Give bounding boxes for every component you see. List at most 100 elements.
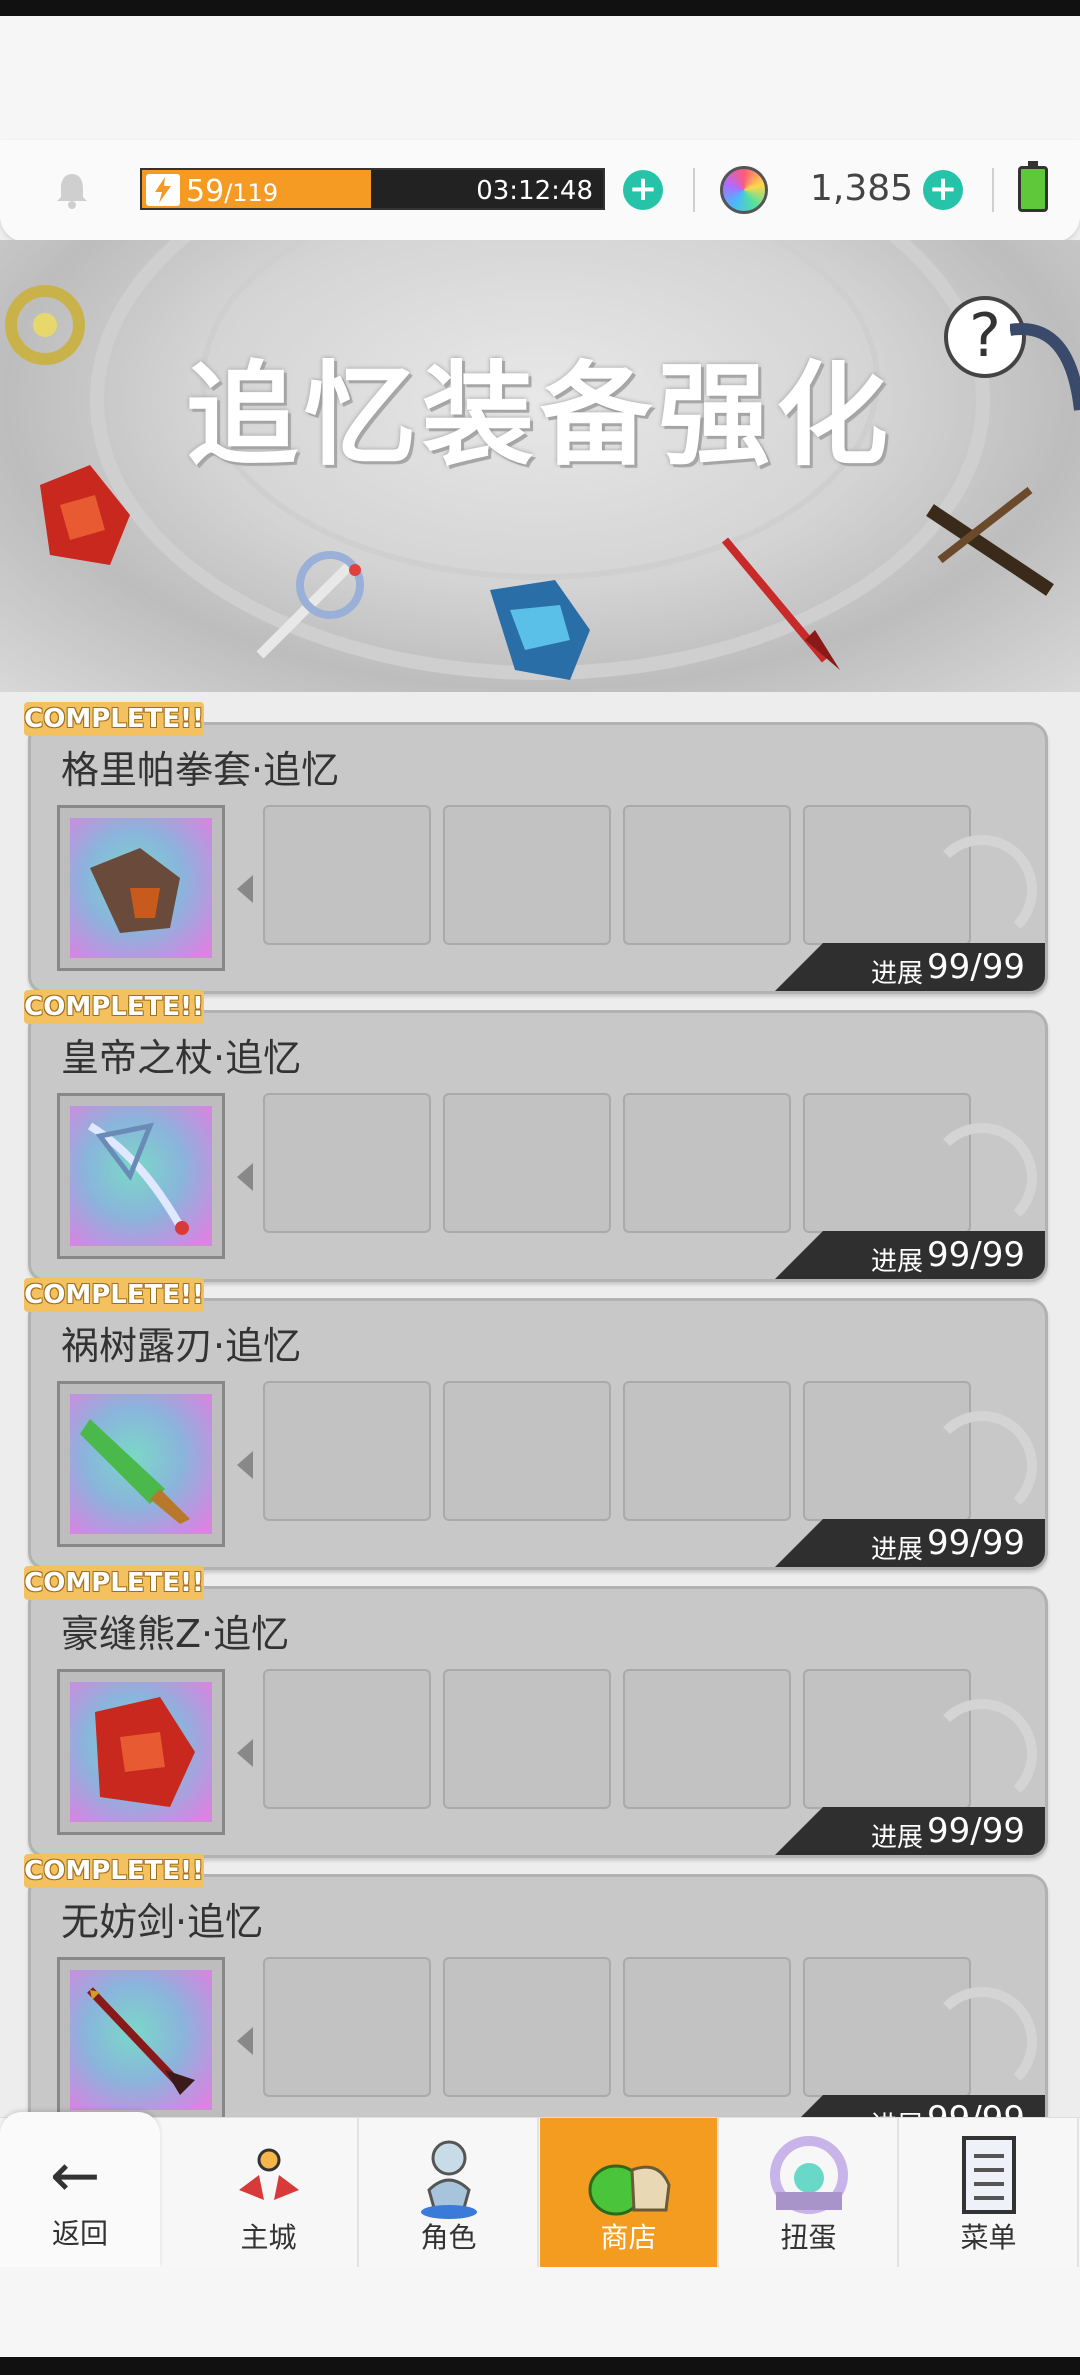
item-slot[interactable] bbox=[57, 1381, 225, 1547]
back-button[interactable]: ← 返回 bbox=[0, 2112, 160, 2268]
equipment-list[interactable]: 格里帕拳套·追忆 进展 99/99 COMPLETE!! 皇帝之杖·追忆 进展 99/99 C… bbox=[0, 692, 1080, 2117]
chevron-left-icon bbox=[237, 1163, 253, 1191]
complete-badge: COMPLETE!! bbox=[24, 702, 204, 736]
nav-item-gacha[interactable]: 扭蛋 bbox=[720, 2118, 899, 2268]
empty-slot[interactable] bbox=[623, 1381, 791, 1521]
progress-tag: 进展99/99 bbox=[775, 2095, 1045, 2117]
progress-value: 99/99 bbox=[927, 947, 1025, 987]
gem-count: 1,385 bbox=[810, 168, 914, 209]
banner-title: 追忆装备强化 bbox=[186, 351, 894, 481]
progress-value: 99/99 bbox=[927, 1811, 1025, 1851]
progress-tag: 进展99/99 bbox=[775, 1519, 1045, 1567]
card-title: 豪缝熊Z·追忆 bbox=[61, 1612, 290, 1656]
card-title: 格里帕拳套·追忆 bbox=[61, 748, 340, 792]
empty-slot[interactable] bbox=[263, 1669, 431, 1809]
energy-timer: 03:12:48 bbox=[476, 176, 593, 206]
equipment-card[interactable]: 祸树露刃·追忆 进展 99/99 bbox=[28, 1298, 1048, 1570]
complete-badge: COMPLETE!! bbox=[24, 990, 204, 1024]
empty-slot[interactable] bbox=[443, 1957, 611, 2097]
divider bbox=[693, 168, 695, 212]
equipment-card[interactable]: 皇帝之杖·追忆进展 99/99 bbox=[28, 1010, 1048, 1282]
card-title: 皇帝之杖·追忆 bbox=[61, 1036, 302, 1080]
resource-bar: 59/119 03:12:48 + 1,385 + bbox=[0, 140, 1080, 242]
card-title: 无妨剑·追忆 bbox=[61, 1900, 264, 1944]
gem-icon bbox=[720, 166, 768, 214]
system-nav-bar bbox=[0, 2357, 1080, 2375]
item-slot[interactable] bbox=[57, 1093, 225, 1259]
progress-label: 进展 bbox=[871, 2105, 923, 2117]
nav-label: 扭蛋 bbox=[780, 2221, 837, 2254]
complete-badge: COMPLETE!! bbox=[24, 1566, 204, 1600]
lightning-icon bbox=[146, 174, 180, 206]
banner: 追忆装备强化 ? bbox=[0, 240, 1080, 692]
empty-slot[interactable] bbox=[443, 1669, 611, 1809]
empty-slot[interactable] bbox=[263, 1093, 431, 1233]
crossbow-icon bbox=[926, 486, 1054, 596]
energy-value: 59/119 bbox=[186, 174, 279, 209]
chevron-left-icon bbox=[237, 1451, 253, 1479]
item-slot[interactable] bbox=[57, 1669, 225, 1835]
empty-slot[interactable] bbox=[623, 1669, 791, 1809]
chevron-left-icon bbox=[237, 1739, 253, 1767]
add-gems-button[interactable]: + bbox=[923, 170, 963, 210]
progress-label: 进展 bbox=[871, 1535, 924, 1565]
swirl-decoration bbox=[927, 1987, 1037, 2097]
empty-slot[interactable] bbox=[443, 805, 611, 945]
shop-icon bbox=[588, 2164, 671, 2216]
sword-icon bbox=[70, 1970, 212, 2110]
complete-badge: COMPLETE!! bbox=[24, 1278, 204, 1312]
gauntlet-icon bbox=[70, 818, 212, 958]
equipment-card[interactable]: 无妨剑·追忆进展 99/99 bbox=[28, 1874, 1048, 2117]
menu-icon bbox=[961, 2136, 1016, 2214]
spear-icon bbox=[721, 537, 840, 670]
chevron-left-icon bbox=[237, 2027, 253, 2055]
back-arrow-icon: ← bbox=[50, 2141, 101, 2211]
swirl-decoration bbox=[927, 1123, 1037, 1233]
bear-icon bbox=[40, 465, 130, 565]
empty-slot[interactable] bbox=[623, 1093, 791, 1233]
progress-tag: 进展99/99 bbox=[775, 1807, 1045, 1855]
complete-badge: COMPLETE!! bbox=[24, 1854, 204, 1888]
empty-slot[interactable] bbox=[263, 1957, 431, 2097]
gacha-icon bbox=[769, 2136, 848, 2214]
staff-icon bbox=[256, 551, 364, 659]
item-slot[interactable] bbox=[57, 1957, 225, 2117]
progress-value: 99/99 bbox=[927, 1523, 1025, 1563]
ring-icon bbox=[5, 285, 85, 365]
add-energy-button[interactable]: + bbox=[623, 170, 663, 210]
equipment-card[interactable]: 豪缝熊Z·追忆进展 99/99 bbox=[28, 1586, 1048, 1858]
blade-icon bbox=[1010, 323, 1080, 411]
castle-icon bbox=[238, 2148, 299, 2200]
nav-label: 商店 bbox=[600, 2221, 657, 2254]
character-icon bbox=[420, 2140, 477, 2219]
progress-value: 99/99 bbox=[927, 1235, 1025, 1275]
nav-item-castle[interactable]: 主城 bbox=[180, 2118, 359, 2268]
empty-slot[interactable] bbox=[623, 1957, 791, 2097]
staff-icon bbox=[70, 1106, 212, 1246]
progress-tag: 进展99/99 bbox=[775, 943, 1045, 991]
bottom-blank-area bbox=[0, 2267, 1080, 2357]
item-slot[interactable] bbox=[57, 805, 225, 971]
nav-item-menu[interactable]: 菜单 bbox=[900, 2118, 1079, 2268]
system-status-bar bbox=[0, 0, 1080, 16]
chevron-left-icon bbox=[237, 875, 253, 903]
swirl-decoration bbox=[927, 1411, 1037, 1521]
bell-icon[interactable] bbox=[52, 170, 92, 210]
nav-item-character[interactable]: 角色 bbox=[360, 2118, 539, 2268]
swirl-decoration bbox=[927, 1699, 1037, 1809]
equipment-card[interactable]: 格里帕拳套·追忆进展 99/99 bbox=[28, 722, 1048, 994]
swirl-decoration bbox=[927, 835, 1037, 945]
nav-label: 角色 bbox=[420, 2221, 477, 2254]
nav-item-shop[interactable]: 商店 bbox=[540, 2118, 719, 2268]
energy-bar: 59/119 03:12:48 bbox=[140, 168, 605, 210]
empty-slot[interactable] bbox=[263, 805, 431, 945]
progress-label: 进展 bbox=[871, 1247, 924, 1277]
empty-slot[interactable] bbox=[623, 805, 791, 945]
bear-icon bbox=[70, 1682, 212, 1822]
empty-slot[interactable] bbox=[443, 1381, 611, 1521]
empty-slot[interactable] bbox=[443, 1093, 611, 1233]
nav-label: 主城 bbox=[240, 2221, 297, 2254]
progress-label: 进展 bbox=[871, 959, 924, 989]
empty-slot[interactable] bbox=[263, 1381, 431, 1521]
progress-label: 进展 bbox=[871, 1823, 924, 1853]
